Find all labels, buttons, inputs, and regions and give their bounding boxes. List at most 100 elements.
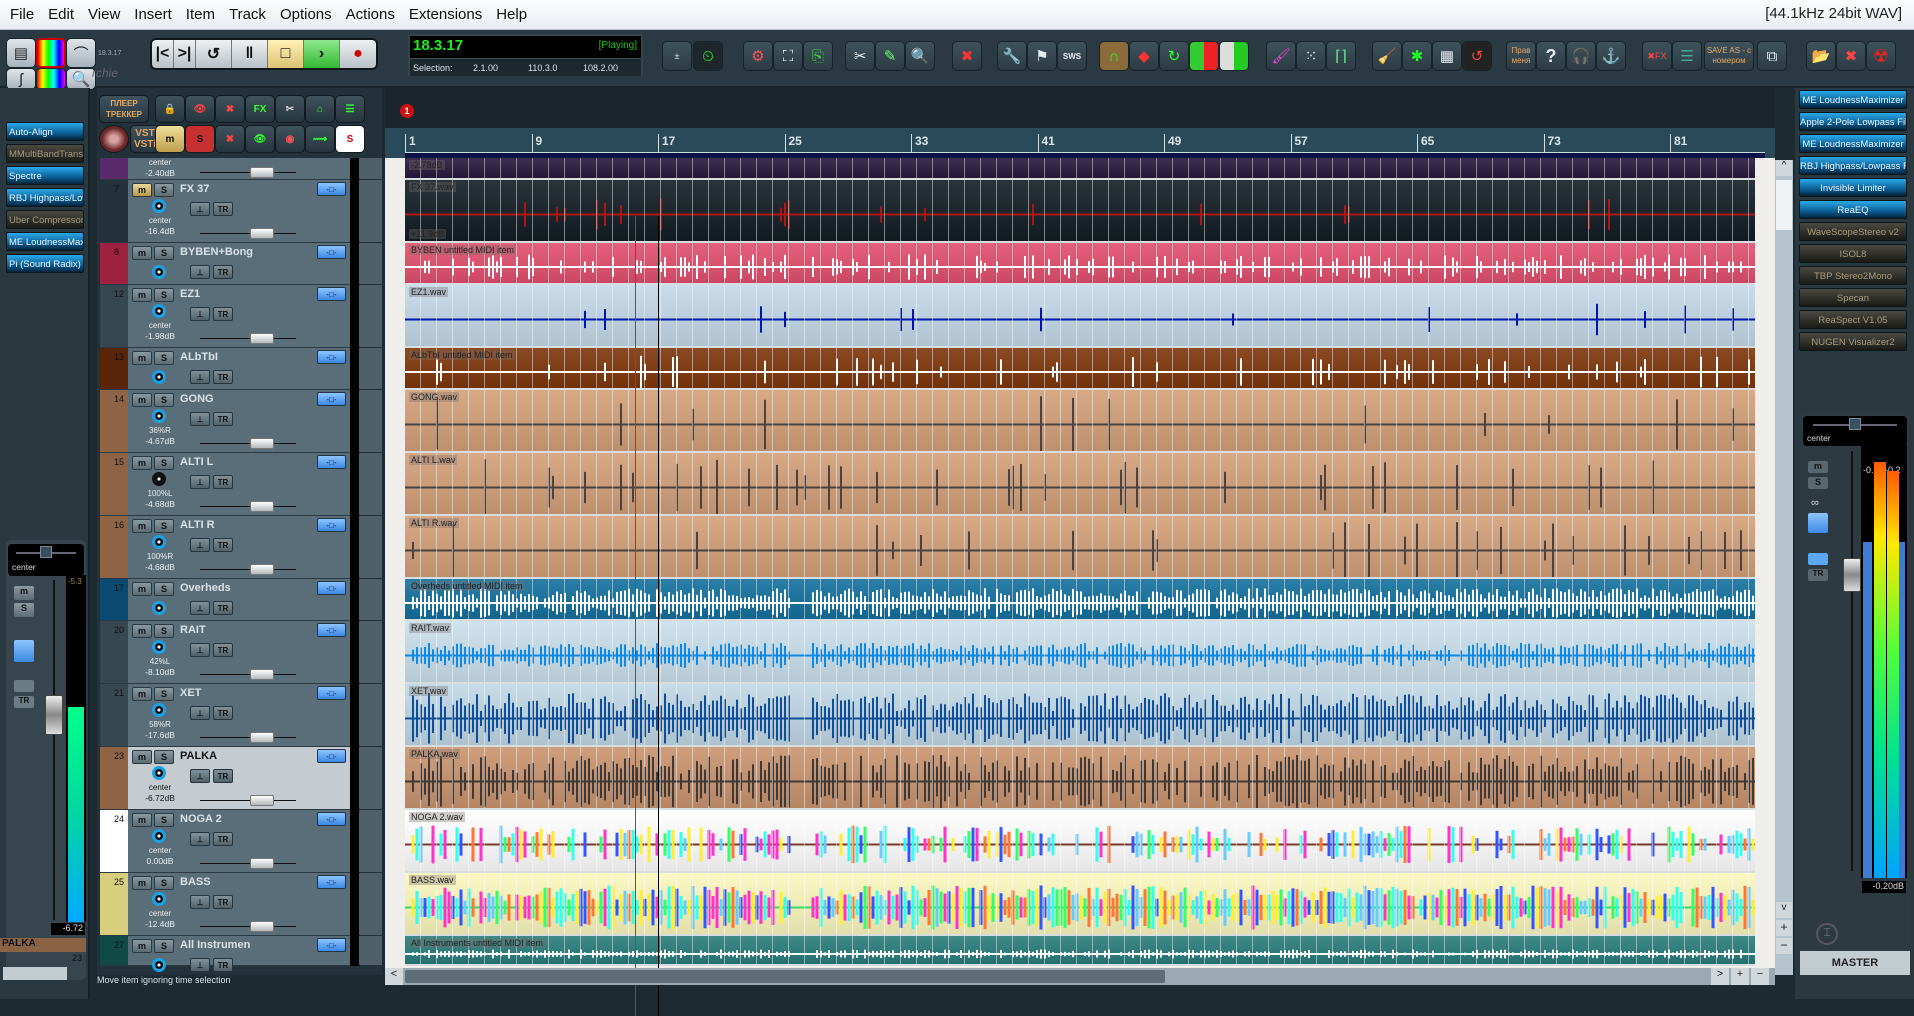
pan-knob[interactable] <box>152 640 166 654</box>
media-item[interactable]: NOGA 2.wav <box>405 810 1755 873</box>
trim-button[interactable]: TR <box>213 412 233 426</box>
mute-button[interactable]: m <box>132 288 152 302</box>
region-bracket-icon[interactable]: ⌈⌉ <box>1326 41 1356 71</box>
mute-button[interactable]: m <box>132 582 152 596</box>
mute-all-button[interactable]: m <box>155 125 185 153</box>
track-name[interactable]: PALKA <box>180 750 217 762</box>
io-button[interactable]: ⊥ <box>190 832 210 846</box>
master-fx-slot[interactable]: ReaEQ <box>1799 200 1907 219</box>
pan-knob[interactable] <box>152 472 166 486</box>
solo-button[interactable]: S <box>154 582 174 596</box>
track-name[interactable]: ALbTbI <box>180 351 218 363</box>
color-picker-icon[interactable] <box>36 38 66 68</box>
play-button[interactable]: › <box>304 40 340 68</box>
stop-button[interactable]: □ <box>268 40 304 68</box>
sws-icon[interactable]: SWS <box>1057 41 1087 71</box>
pan-knob[interactable] <box>152 304 166 318</box>
io-button[interactable]: ⊥ <box>190 412 210 426</box>
routing-button[interactable]: -□- <box>317 938 346 952</box>
volume-fader-handle[interactable] <box>250 669 274 680</box>
routing-button[interactable]: -□- <box>317 686 346 700</box>
trim-button[interactable]: TR <box>213 202 233 216</box>
routing-button[interactable]: -□- <box>317 623 346 637</box>
track-name[interactable]: GONG <box>180 393 214 405</box>
track-header[interactable]: 16 m S ALTI R -□- ⊥ TR 100%R -4.68dB <box>100 516 350 579</box>
trim-button[interactable]: TR <box>213 832 233 846</box>
fx-slot[interactable]: RBJ Highpass/Low <box>6 188 84 207</box>
open-folder-icon[interactable]: 📂 <box>1806 41 1836 71</box>
solo-button[interactable]: S <box>154 624 174 638</box>
solo-button[interactable]: S <box>154 456 174 470</box>
trim-button[interactable]: TR <box>213 370 233 384</box>
track-header[interactable]: 17 m S Overheds -□- ⊥ TR <box>100 579 350 621</box>
solo-defeat-button[interactable]: S <box>335 125 365 153</box>
track-name[interactable]: BASS <box>180 876 211 888</box>
scissors-icon[interactable]: ✂ <box>845 41 875 71</box>
show-envelope-icon[interactable]: 👁 <box>185 95 215 123</box>
routing-button[interactable]: -□- <box>317 518 346 532</box>
solo-button[interactable]: S <box>154 246 174 260</box>
solo-all-button[interactable]: S <box>185 125 215 153</box>
master-settings-icon[interactable]: ⌶ <box>1816 923 1838 945</box>
track-name[interactable]: FX 37 <box>180 183 209 195</box>
track-name[interactable]: All Instrumen <box>180 939 250 951</box>
mixer-visibility-icon[interactable]: ⚙ <box>743 41 773 71</box>
zoom-icon[interactable]: 🔍 <box>905 41 935 71</box>
delete-track-icon[interactable]: ✖ <box>952 41 982 71</box>
mute-button[interactable]: m <box>132 624 152 638</box>
mute-button[interactable]: m <box>132 876 152 890</box>
solo-button[interactable]: S <box>154 393 174 407</box>
volume-fader-handle[interactable] <box>250 167 274 178</box>
pan-knob[interactable] <box>152 370 166 384</box>
master-fx-slot[interactable]: Invisible Limiter <box>1799 178 1907 197</box>
media-item[interactable]: All Instruments untitled MIDI item <box>405 936 1755 966</box>
solo-button[interactable]: S <box>154 939 174 953</box>
media-item[interactable]: Overheds untitled MIDI item <box>405 579 1755 621</box>
volume-fader[interactable] <box>200 438 296 449</box>
track-header[interactable]: center -2.40dB <box>100 158 350 180</box>
volume-fader[interactable] <box>200 858 296 869</box>
volume-fader[interactable] <box>200 732 296 743</box>
menu-edit[interactable]: Edit <box>41 6 81 23</box>
metronome-icon[interactable]: ⏲ <box>693 41 723 71</box>
master-fx-slot[interactable]: ISOL8 <box>1799 244 1907 263</box>
solo-button[interactable]: S <box>154 750 174 764</box>
pan-knob[interactable] <box>152 535 166 549</box>
track-header[interactable]: 12 m S EZ1 -□- ⊥ TR center -1.98dB <box>100 285 350 348</box>
master-fx-slot[interactable]: Specan <box>1799 288 1907 307</box>
trim-button[interactable]: TR <box>213 265 233 279</box>
volume-fader-handle[interactable] <box>250 438 274 449</box>
track-header[interactable]: 24 m S NOGA 2 -□- ⊥ TR center 0.00dB <box>100 810 350 873</box>
save-as-button[interactable]: SAVE AS - с номером <box>1704 41 1754 71</box>
master-fx-slot[interactable]: RBJ Highpass/Lowpass F <box>1799 156 1907 175</box>
master-trim-button[interactable]: TR <box>1808 569 1828 581</box>
solo-button[interactable]: S <box>14 603 34 617</box>
zoom-in-horizontal-button[interactable]: + <box>1731 968 1749 985</box>
scroll-left-button[interactable]: < <box>385 968 403 985</box>
fade-curve-icon[interactable]: ʃ <box>6 68 36 90</box>
scroll-up-button[interactable]: ^ <box>1776 160 1792 176</box>
fx-slot[interactable]: MMultiBandTransie <box>6 144 84 163</box>
zoom-out-horizontal-button[interactable]: − <box>1751 968 1769 985</box>
color-brush-icon[interactable] <box>36 68 66 90</box>
fx-slot[interactable]: ME LoudnessMaxim <box>6 232 84 251</box>
new-project-folder-icon[interactable]: ✱ <box>1402 41 1432 71</box>
routing-button[interactable]: -□- <box>317 287 346 301</box>
pan-knob[interactable] <box>152 703 166 717</box>
media-item[interactable]: -2.78dB <box>405 158 1755 180</box>
media-item[interactable]: ALTI R.wav <box>405 516 1755 579</box>
solo-button[interactable]: S <box>154 687 174 701</box>
record-button[interactable]: ● <box>340 40 376 68</box>
solo-button[interactable]: S <box>154 183 174 197</box>
vertical-scrollbar[interactable]: ^ v + − <box>1775 160 1793 975</box>
fx-remove-icon[interactable]: ✖ <box>215 95 245 123</box>
track-header[interactable]: 15 m S ALTI L -□- ⊥ TR 100%L -4.68dB <box>100 453 350 516</box>
track-name[interactable]: ALTI L <box>180 456 213 468</box>
volume-fader[interactable] <box>200 564 296 575</box>
track-name[interactable]: NOGA 2 <box>180 813 222 825</box>
media-item[interactable]: BASS.wav <box>405 873 1755 936</box>
menu-item[interactable]: Item <box>179 6 222 23</box>
track-header[interactable]: 23 m S PALKA -□- ⊥ TR center -6.72dB <box>100 747 350 810</box>
volume-fader[interactable] <box>200 795 296 806</box>
routing-button[interactable]: -□- <box>317 182 346 196</box>
